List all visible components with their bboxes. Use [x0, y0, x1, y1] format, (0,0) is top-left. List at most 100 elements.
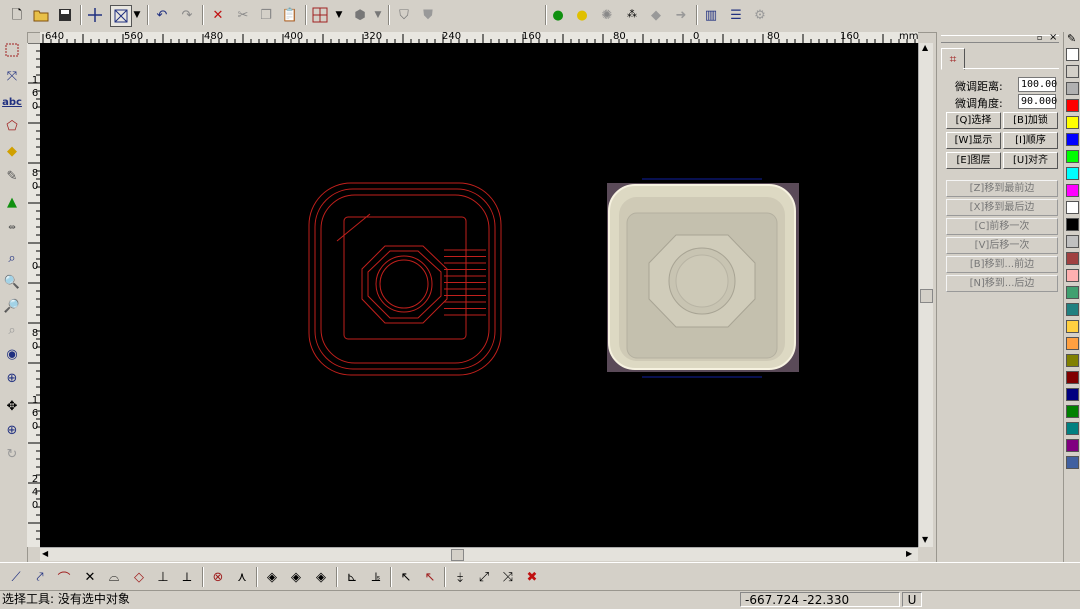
color-swatch[interactable] [1066, 371, 1079, 384]
color-swatch[interactable] [1066, 65, 1079, 78]
color-swatch[interactable] [1066, 439, 1079, 452]
eye-icon[interactable]: ◉ [2, 344, 22, 364]
tray-image[interactable] [607, 183, 799, 372]
circle-tool-icon[interactable]: ◇ [129, 567, 149, 587]
corner-icon[interactable]: ⋏ [232, 567, 252, 587]
join-icon[interactable]: ⤨ [498, 567, 518, 587]
color-swatch[interactable] [1066, 320, 1079, 333]
color-swatch[interactable] [1066, 116, 1079, 129]
nudge-distance-input[interactable]: 100.00 [1018, 77, 1057, 92]
align-button[interactable]: [U]对齐 [1003, 152, 1058, 169]
lock-button[interactable]: [B]加锁 [1003, 112, 1058, 129]
save-icon[interactable] [55, 5, 75, 25]
color-swatch[interactable] [1066, 201, 1079, 214]
align-stack-icon[interactable]: ⫡ [366, 567, 386, 587]
delete-icon[interactable]: ✕ [208, 5, 228, 25]
select-tool-icon[interactable] [2, 40, 22, 60]
shape-tool-icon[interactable]: ⬠ [2, 116, 22, 136]
arc-tool-icon[interactable]: ⌒ [54, 567, 74, 587]
scroll-left-icon[interactable]: ◀ [42, 549, 48, 558]
machine-icon[interactable]: ⚙ [750, 5, 770, 25]
show-button[interactable]: [W]显示 [946, 132, 1001, 149]
fill-tool-icon[interactable]: ◆ [2, 141, 22, 161]
move-forward-button[interactable]: [C]前移一次 [946, 218, 1058, 235]
arrow-icon[interactable]: ➜ [671, 5, 691, 25]
move-to-back-button[interactable]: [X]移到最后边 [946, 199, 1058, 216]
zoom-page-icon[interactable]: ⌕ [2, 248, 22, 268]
text-tool-icon[interactable]: abc [2, 92, 22, 112]
measure-icon[interactable]: ⇹ [2, 218, 22, 238]
color-swatch[interactable] [1066, 303, 1079, 316]
color-swatch[interactable] [1066, 388, 1079, 401]
array-icon-3[interactable]: ◈ [311, 567, 331, 587]
color-swatch[interactable] [1066, 456, 1079, 469]
vertical-scrollbar[interactable]: ▲ ▼ [918, 43, 933, 547]
array-icon-2[interactable]: ◈ [286, 567, 306, 587]
dropdown-arrow-icon[interactable]: ▼ [333, 5, 345, 25]
shield-filled-icon[interactable]: ⛊ [418, 5, 438, 25]
array-icon-1[interactable]: ◈ [262, 567, 282, 587]
yellow-bulb-icon[interactable]: ● [572, 5, 592, 25]
select-box-icon[interactable] [110, 5, 132, 27]
open-folder-icon[interactable] [31, 5, 51, 25]
panel-tab-node[interactable]: ⌗ [941, 48, 965, 70]
perpendicular-icon[interactable]: ⊥ [153, 567, 173, 587]
cube-icon[interactable]: ⬢ [350, 5, 370, 25]
color-swatch[interactable] [1066, 235, 1079, 248]
green-bulb-icon[interactable]: ● [548, 5, 568, 25]
color-swatch[interactable] [1066, 150, 1079, 163]
align-bottom-icon[interactable]: ⊾ [342, 567, 362, 587]
color-swatch[interactable] [1066, 286, 1079, 299]
node-edit-icon[interactable]: ⤧ [2, 66, 22, 86]
crosshair-icon[interactable] [85, 5, 105, 25]
node-tool-icon[interactable]: ⤤ [30, 567, 50, 587]
cross-tool-icon[interactable]: ✕ [80, 567, 100, 587]
multi-bulb-icon[interactable]: ✺ [597, 5, 617, 25]
trim-icon[interactable]: ⤈ [450, 567, 470, 587]
move-after-button[interactable]: [N]移到...后边 [946, 275, 1058, 292]
color-swatch[interactable] [1066, 133, 1079, 146]
tangent-icon[interactable]: ⟂ [177, 567, 197, 587]
extend-icon[interactable]: ⤢ [474, 567, 494, 587]
move-before-button[interactable]: [B]移到...前边 [946, 256, 1058, 273]
color-swatch[interactable] [1066, 184, 1079, 197]
nudge-angle-input[interactable]: 90.000 [1018, 94, 1057, 109]
color-swatch[interactable] [1066, 167, 1079, 180]
move-to-front-button[interactable]: [Z]移到最前边 [946, 180, 1058, 197]
new-file-icon[interactable]: 🗋 [7, 5, 27, 25]
dropdown-arrow-icon[interactable]: ▼ [131, 5, 143, 25]
panel-restore-icon[interactable]: ▫ [1037, 33, 1042, 42]
book-icon[interactable]: ▥ [701, 5, 721, 25]
copy-icon[interactable]: ❐ [256, 5, 276, 25]
curve-tool-icon[interactable]: ⌓ [104, 567, 124, 587]
scroll-thumb[interactable] [451, 549, 464, 561]
layers-icon[interactable]: ☰ [726, 5, 746, 25]
cut-icon[interactable]: ✂ [233, 5, 253, 25]
color-swatch[interactable] [1066, 218, 1079, 231]
dots-icon[interactable]: ⁂ [622, 5, 642, 25]
paste-icon[interactable]: 📋 [280, 5, 300, 25]
dropdown-arrow-icon[interactable]: ▼ [372, 5, 384, 25]
redo-icon[interactable]: ↷ [177, 5, 197, 25]
zoom-in-icon[interactable]: 🔍 [2, 272, 22, 292]
grid-icon[interactable] [310, 5, 330, 25]
zoom-icon[interactable]: ⊕ [2, 420, 22, 440]
color-swatch[interactable] [1066, 405, 1079, 418]
select-mode-button[interactable]: [Q]选择 [946, 112, 1001, 129]
color-swatch[interactable] [1066, 354, 1079, 367]
scroll-right-icon[interactable]: ▶ [906, 549, 912, 558]
layer-button[interactable]: [E]图层 [946, 152, 1001, 169]
order-button[interactable]: [I]顺序 [1003, 132, 1058, 149]
drawing-canvas[interactable] [40, 43, 918, 547]
bucket-icon[interactable]: ▲ [2, 192, 22, 212]
zoom-select-icon[interactable]: ⌕ [2, 320, 22, 340]
unit-indicator[interactable]: U [902, 592, 922, 607]
color-swatch[interactable] [1066, 252, 1079, 265]
move-backward-button[interactable]: [V]后移一次 [946, 237, 1058, 254]
color-swatch[interactable] [1066, 422, 1079, 435]
scroll-down-icon[interactable]: ▼ [922, 535, 928, 544]
color-swatch[interactable] [1066, 48, 1079, 61]
color-swatch[interactable] [1066, 337, 1079, 350]
panel-close-icon[interactable]: × [1049, 32, 1057, 43]
refresh-icon[interactable]: ↻ [2, 444, 22, 464]
